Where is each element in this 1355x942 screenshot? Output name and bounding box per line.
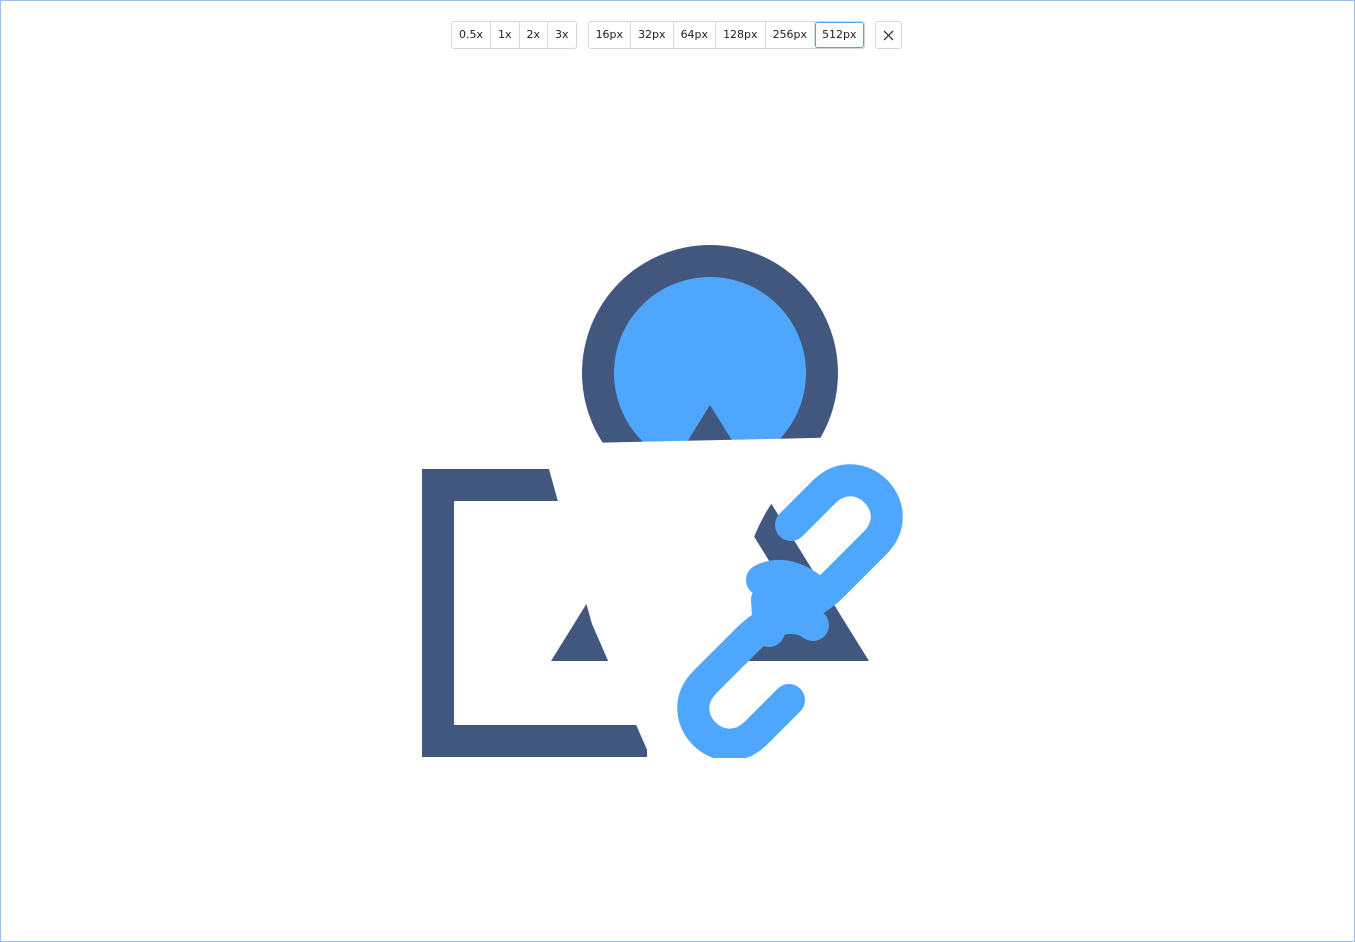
size-256px-button[interactable]: 256px (764, 22, 815, 48)
icon-preview (422, 244, 936, 761)
size-512px-button[interactable]: 512px (814, 22, 864, 48)
close-button[interactable] (874, 21, 902, 49)
size-32px-button[interactable]: 32px (630, 22, 673, 48)
close-icon (883, 30, 894, 40)
size-16px-button[interactable]: 16px (588, 22, 631, 48)
shapes-link-icon (422, 245, 903, 761)
scale-0-5x-button[interactable]: 0.5x (452, 22, 491, 48)
size-button-group: 16px 32px 64px 128px 256px 512px (587, 21, 865, 49)
scale-3x-button[interactable]: 3x (547, 22, 576, 48)
scale-2x-button[interactable]: 2x (518, 22, 548, 48)
scale-1x-button[interactable]: 1x (490, 22, 519, 48)
size-128px-button[interactable]: 128px (715, 22, 765, 48)
preview-toolbar: 0.5x 1x 2x 3x 16px 32px 64px 128px 256px… (451, 21, 902, 49)
preview-window: 0.5x 1x 2x 3x 16px 32px 64px 128px 256px… (0, 0, 1355, 942)
scale-button-group: 0.5x 1x 2x 3x (451, 21, 577, 49)
size-64px-button[interactable]: 64px (672, 22, 716, 48)
